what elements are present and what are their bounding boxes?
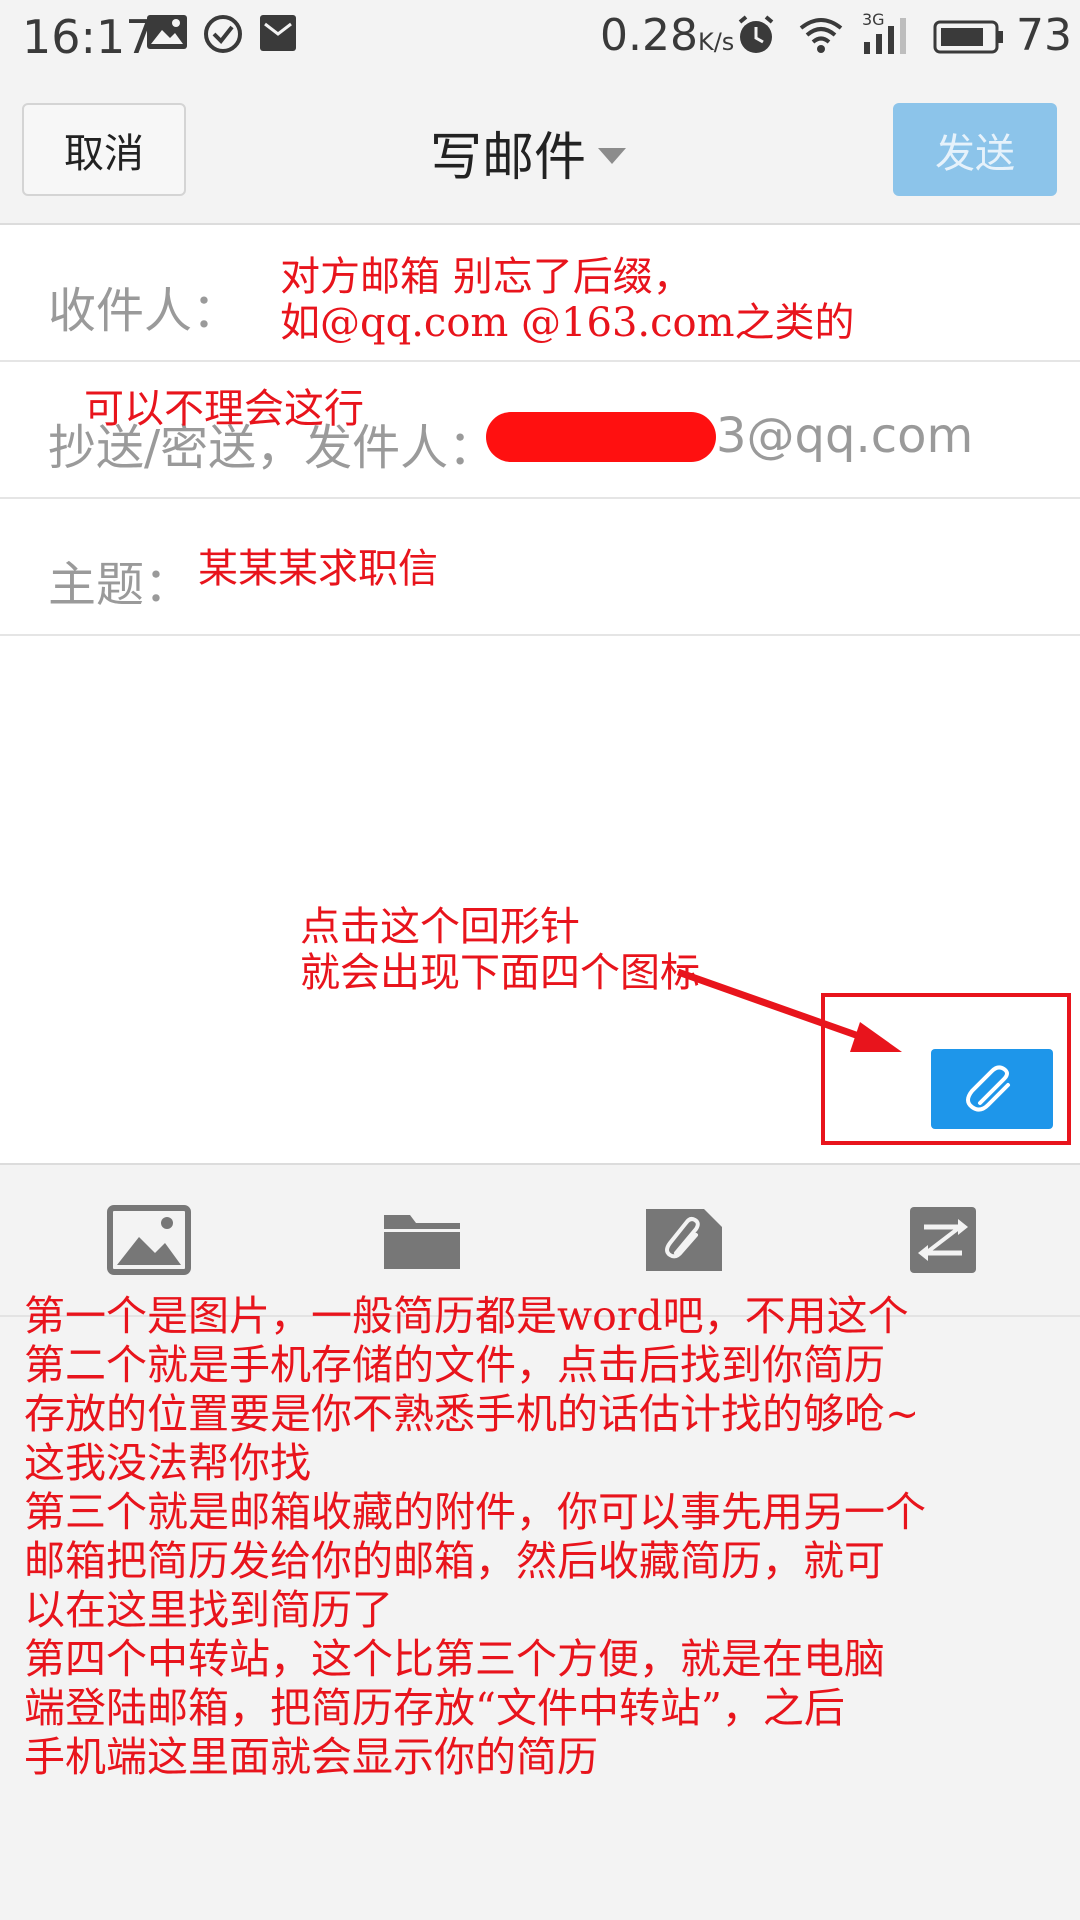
- annotation-cc: 可以不理会这行: [84, 386, 364, 432]
- send-button[interactable]: 发送: [893, 103, 1057, 196]
- transfer-station-icon[interactable]: [906, 1205, 990, 1275]
- subject-field[interactable]: 主题：: [0, 499, 1080, 636]
- redaction-mark: [486, 412, 716, 462]
- folder-icon[interactable]: [380, 1205, 464, 1275]
- net-speed: 0.28K/s: [600, 10, 735, 61]
- subject-label: 主题：: [48, 557, 193, 613]
- alarm-icon: [738, 15, 774, 53]
- mail-notification-icon: [260, 15, 296, 51]
- status-time: 16:17: [22, 10, 155, 64]
- battery-level: 73: [1016, 10, 1072, 61]
- compose-title-dropdown[interactable]: 写邮件: [430, 115, 627, 190]
- image-icon[interactable]: [107, 1205, 191, 1275]
- status-bar: 16:17 0.28K/s 3G 73: [0, 0, 1080, 75]
- image-icon: [147, 15, 187, 49]
- annotation-to: 对方邮箱 别忘了后缀， 如@qq.com @163.com之类的: [280, 254, 855, 346]
- annotation-highlight-box: [821, 993, 1071, 1145]
- signal-icon: [864, 18, 906, 54]
- favorite-attachment-icon[interactable]: [642, 1205, 726, 1275]
- wifi-icon: [799, 18, 843, 53]
- annotation-subject: 某某某求职信: [198, 546, 438, 592]
- check-circle-icon: [204, 15, 242, 53]
- battery-icon: [933, 20, 1003, 54]
- annotation-bottom: 第一个是图片，一般简历都是word吧，不用这个 第二个就是手机存储的文件，点击后…: [24, 1292, 926, 1781]
- page-title: 写邮件: [430, 128, 587, 188]
- from-address: 3@qq.com: [716, 408, 974, 464]
- toolbar-divider: [0, 1163, 1080, 1165]
- compose-header: 取消 写邮件 发送: [0, 75, 1080, 225]
- cancel-button[interactable]: 取消: [22, 103, 186, 196]
- caret-down-icon: [598, 147, 627, 164]
- to-label: 收件人：: [48, 283, 241, 339]
- net-speed-unit: K/s: [697, 28, 735, 56]
- annotation-clip: 点击这个回形针 就会出现下面四个图标: [300, 904, 700, 996]
